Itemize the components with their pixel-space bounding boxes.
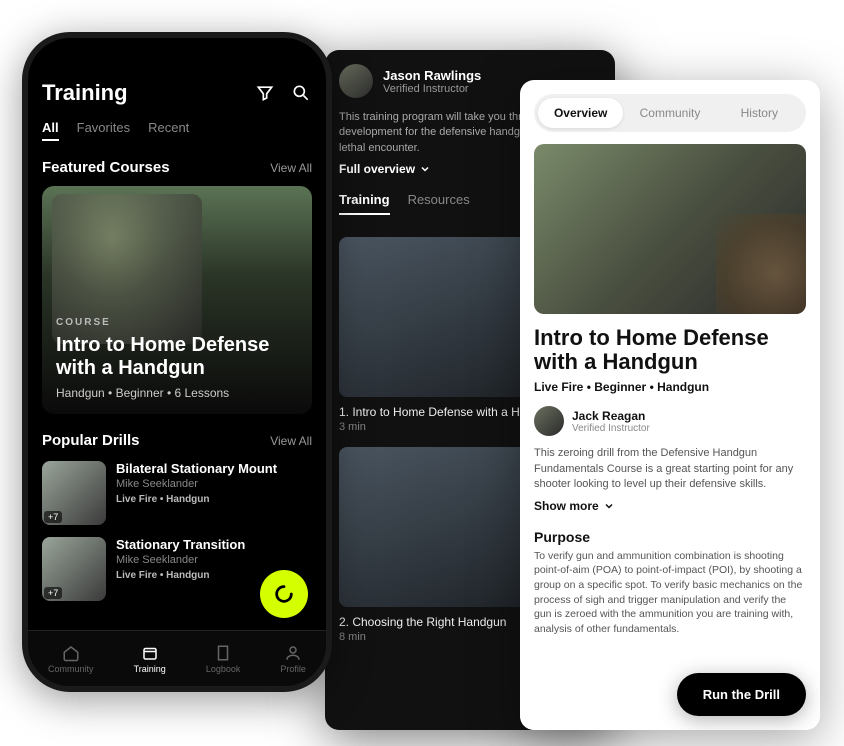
- featured-course-title: Intro to Home Defense with a Handgun: [56, 334, 298, 380]
- show-more-label: Show more: [534, 499, 599, 513]
- tab-label: Profile: [280, 664, 306, 674]
- tab-recent[interactable]: Recent: [148, 120, 189, 141]
- featured-heading: Featured Courses: [42, 159, 170, 176]
- pill-tabs: Overview Community History: [534, 94, 806, 132]
- tab-favorites[interactable]: Favorites: [77, 120, 130, 141]
- popular-view-all[interactable]: View All: [270, 434, 312, 448]
- tab-label: Training: [134, 664, 166, 674]
- tab-all[interactable]: All: [42, 120, 59, 141]
- featured-course-card[interactable]: COURSE Intro to Home Defense with a Hand…: [42, 186, 312, 414]
- tabs: All Favorites Recent: [42, 120, 312, 141]
- drill-plus-badge: +7: [44, 511, 62, 523]
- instructor-row[interactable]: Jack Reagan Verified Instructor: [534, 406, 806, 436]
- avatar: [534, 406, 564, 436]
- tab-community[interactable]: Community: [48, 644, 94, 674]
- drill-author: Mike Seeklander: [116, 478, 312, 490]
- hero-image: [534, 144, 806, 314]
- filter-icon[interactable]: [254, 82, 276, 104]
- tab-logbook[interactable]: Logbook: [206, 644, 241, 674]
- drill-title: Bilateral Stationary Mount: [116, 461, 312, 476]
- fab-button[interactable]: [260, 570, 308, 618]
- drill-row[interactable]: +7 Bilateral Stationary Mount Mike Seekl…: [42, 461, 312, 525]
- tab-overview[interactable]: Overview: [538, 98, 623, 128]
- drill-meta: Live Fire • Handgun: [116, 494, 312, 505]
- purpose-heading: Purpose: [534, 529, 806, 545]
- tab-training-content[interactable]: Training: [339, 192, 390, 215]
- course-badge: COURSE: [56, 317, 298, 328]
- page-title: Training: [42, 80, 128, 106]
- phone-training-list: Training All Favorites Recent Featured C…: [22, 32, 332, 692]
- drill-thumbnail: +7: [42, 461, 106, 525]
- tab-label: Logbook: [206, 664, 241, 674]
- avatar: [339, 64, 373, 98]
- instructor-role: Verified Instructor: [383, 83, 481, 95]
- featured-course-meta: Handgun • Beginner • 6 Lessons: [56, 386, 298, 400]
- purpose-text: To verify gun and ammunition combination…: [534, 549, 806, 637]
- instructor-name: Jason Rawlings: [383, 68, 481, 83]
- tab-training[interactable]: Training: [134, 644, 166, 674]
- drill-meta: Live Fire • Beginner • Handgun: [534, 380, 806, 394]
- instructor-name: Jack Reagan: [572, 409, 650, 423]
- drill-thumbnail: +7: [42, 537, 106, 601]
- drill-plus-badge: +7: [44, 587, 62, 599]
- tab-history[interactable]: History: [717, 98, 802, 128]
- tab-community[interactable]: Community: [627, 98, 712, 128]
- tab-label: Community: [48, 664, 94, 674]
- tab-resources[interactable]: Resources: [408, 192, 470, 215]
- phone-drill-detail-light: Overview Community History Intro to Home…: [520, 80, 820, 730]
- instructor-role: Verified Instructor: [572, 423, 650, 434]
- drill-title: Stationary Transition: [116, 537, 312, 552]
- popular-heading: Popular Drills: [42, 432, 140, 449]
- chevron-down-icon: [419, 163, 431, 175]
- featured-view-all[interactable]: View All: [270, 161, 312, 175]
- full-overview-label: Full overview: [339, 162, 415, 176]
- bottom-tabbar: Community Training Logbook Profile: [28, 630, 326, 686]
- tab-profile[interactable]: Profile: [280, 644, 306, 674]
- phone-notch: [127, 46, 227, 72]
- drill-author: Mike Seeklander: [116, 554, 312, 566]
- drill-title: Intro to Home Defense with a Handgun: [534, 326, 806, 374]
- chevron-down-icon: [603, 500, 615, 512]
- search-icon[interactable]: [290, 82, 312, 104]
- drill-description: This zeroing drill from the Defensive Ha…: [534, 446, 806, 492]
- run-drill-button[interactable]: Run the Drill: [677, 673, 806, 716]
- show-more-toggle[interactable]: Show more: [534, 499, 806, 513]
